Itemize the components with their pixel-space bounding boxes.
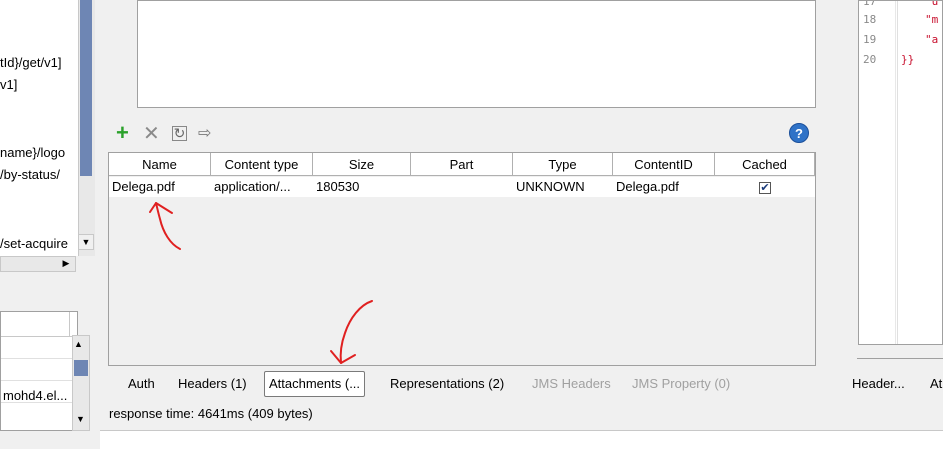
table-header: Name Content type Size Part Type Content… [109,153,815,177]
export-icon[interactable]: ⇨ [198,125,211,143]
line-number: 18 [863,13,877,26]
code-line[interactable]: "a [925,33,938,46]
status-bar: response time: 4641ms (409 bytes) [103,402,821,426]
tree-scroll-thumb[interactable] [80,0,92,176]
table-row[interactable]: Delega.pdf application/... 180530 UNKNOW… [109,177,815,197]
tree-item[interactable]: v1] [0,77,17,92]
column-header-content-id[interactable]: ContentID [613,153,715,176]
property-value[interactable]: mohd4.el... [3,388,67,403]
cell-cached[interactable]: ✔ [715,177,815,197]
cell-content-id[interactable]: Delega.pdf [613,177,715,197]
scroll-down-arrow-icon[interactable]: ▼ [78,234,94,250]
cached-checkbox[interactable]: ✔ [759,181,771,194]
code-line[interactable]: "m [925,13,938,26]
right-panel-tabs: Header... At [852,370,943,398]
line-number: 17 [863,0,877,8]
scroll-up-arrow-icon[interactable]: ▲ [74,339,83,349]
help-icon[interactable]: ? [789,123,809,143]
code-editor-panel[interactable]: 17 "u 18 "m 19 "a 20 }} [858,0,943,345]
column-header-name[interactable]: Name [109,153,211,176]
panel-divider [857,358,943,359]
request-tree: tId}/get/v1] v1] name}/logo /by-status/ … [0,0,79,256]
code-line[interactable]: "u [925,1,938,8]
column-header-part[interactable]: Part [411,153,513,176]
column-header-cached[interactable]: Cached [715,153,815,176]
tree-item[interactable]: tId}/get/v1] [0,55,61,70]
line-number: 20 [863,53,877,66]
attachments-table: Name Content type Size Part Type Content… [108,152,816,366]
tab-jms-headers[interactable]: JMS Headers [532,370,611,398]
response-time-text: response time: 4641ms (409 bytes) [109,406,313,421]
column-header-content-type[interactable]: Content type [211,153,313,176]
table-row[interactable] [1,336,77,359]
gutter-divider [895,1,896,344]
code-line[interactable]: }} [901,53,914,66]
line-number: 19 [863,33,877,46]
cell-part[interactable] [411,177,513,197]
cell-content-type[interactable]: application/... [211,177,313,197]
tab-representations[interactable]: Representations (2) [390,370,504,398]
scroll-right-arrow-icon[interactable]: ▶ [58,256,74,270]
cell-type[interactable]: UNKNOWN [513,177,613,197]
tree-item[interactable]: /set-acquire [0,236,68,251]
tab-attachments-right[interactable]: At [930,376,942,391]
cell-name[interactable]: Delega.pdf [109,177,211,197]
tab-headers[interactable]: Headers (1) [178,370,247,398]
column-divider [69,312,70,336]
response-content-area[interactable] [137,0,816,108]
table-row[interactable] [1,358,77,381]
scroll-down-arrow-icon[interactable]: ▼ [76,414,85,424]
tab-header[interactable]: Header... [852,376,905,391]
attachments-toolbar: + ✕ ↻ ⇨ [116,122,216,145]
column-header-size[interactable]: Size [313,153,411,176]
x-icon[interactable]: ✕ [143,124,160,144]
tree-item[interactable]: /by-status/ [0,167,60,182]
bottom-panel [100,430,943,449]
reload-icon[interactable]: ↻ [172,126,187,141]
properties-table: mohd4.el... [0,311,78,431]
plus-icon[interactable]: + [116,122,129,144]
properties-header [1,312,77,337]
tab-auth[interactable]: Auth [128,370,155,398]
navigator-panel: tId}/get/v1] v1] name}/logo /by-status/ … [0,0,95,448]
tab-attachments[interactable]: Attachments (... [264,371,366,397]
tree-item[interactable]: name}/logo [0,145,65,160]
cell-size[interactable]: 180530 [313,177,411,197]
tab-jms-property[interactable]: JMS Property (0) [632,370,730,398]
properties-scroll-thumb[interactable] [74,360,88,376]
column-header-type[interactable]: Type [513,153,613,176]
